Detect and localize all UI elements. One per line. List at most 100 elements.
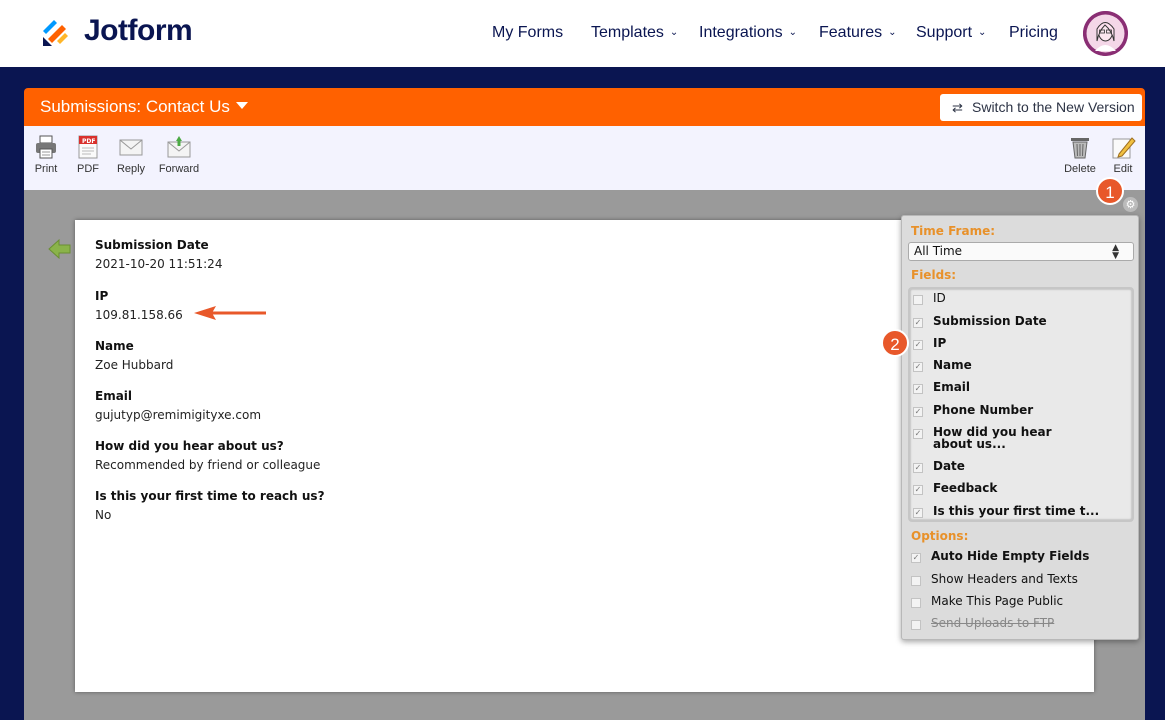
edit-icon	[1112, 137, 1136, 159]
swap-icon: ⇄	[952, 100, 963, 115]
checkbox-checked[interactable]: ✓	[913, 407, 923, 417]
nav-label: Templates	[591, 24, 664, 41]
field-option-submission-date[interactable]: ✓ Submission Date	[913, 314, 1123, 328]
forward-button[interactable]: Forward	[154, 134, 204, 175]
pdf-icon: PDF	[78, 135, 98, 159]
field-label: Name	[95, 339, 134, 353]
brand-name[interactable]: Jotform	[84, 14, 193, 48]
switch-version-button[interactable]: ⇄ Switch to the New Version	[940, 94, 1142, 121]
field-option-label: Submission Date	[933, 314, 1047, 328]
field-option-label: IP	[933, 336, 947, 350]
nav-features[interactable]: Features ⌄	[819, 24, 897, 42]
checkbox-checked[interactable]: ✓	[913, 362, 923, 372]
svg-text:PDF: PDF	[82, 138, 95, 145]
field-label: Email	[95, 389, 133, 403]
edit-button[interactable]: Edit	[1098, 134, 1148, 175]
edit-label: Edit	[1113, 163, 1133, 175]
timeframe-select[interactable]: All Time ▲ ▼	[908, 242, 1134, 261]
form-selector[interactable]: Submissions: Contact Us	[40, 97, 248, 117]
option-label: Show Headers and Texts	[931, 572, 1078, 586]
field-option-label: How did you hear about us...	[933, 425, 1052, 451]
field-option-date[interactable]: ✓ Date	[913, 460, 1123, 473]
nav-label: Pricing	[1009, 24, 1058, 41]
field-label: Submission Date	[95, 238, 209, 252]
reply-icon	[119, 139, 143, 156]
field-value: Recommended by friend or colleague	[95, 458, 321, 472]
checkbox-checked[interactable]: ✓	[913, 384, 923, 394]
checkbox-checked[interactable]: ✓	[913, 340, 923, 350]
nav-label: Integrations	[699, 24, 783, 41]
chevron-down-icon: ⌄	[888, 27, 897, 38]
annotation-badge-1: 1	[1096, 177, 1124, 205]
field-option-id[interactable]: ID	[913, 292, 1123, 305]
back-arrow-icon[interactable]	[48, 238, 72, 260]
option-send-ftp: Send Uploads to FTP	[911, 616, 1121, 630]
forward-label: Forward	[158, 163, 200, 175]
select-arrows-icon: ▲ ▼	[1112, 243, 1119, 261]
field-value: 109.81.158.66	[95, 308, 183, 322]
top-navigation: Jotform My Forms Templates ⌄ Integrations…	[0, 0, 1165, 67]
annotation-badge-2: 2	[881, 329, 909, 357]
timeframe-value: All Time	[914, 244, 963, 258]
switch-version-label: Switch to the New Version	[972, 99, 1135, 115]
nav-label: Support	[916, 24, 973, 41]
nav-integrations[interactable]: Integrations ⌄	[699, 24, 797, 42]
annotation-arrow-icon	[194, 306, 266, 320]
checkbox-unchecked[interactable]	[911, 598, 921, 608]
delete-icon	[1071, 138, 1089, 159]
print-icon	[36, 135, 56, 159]
field-ip: IP 109.81.158.66	[95, 289, 183, 322]
field-option-label: Phone Number	[933, 403, 1034, 417]
nav-support[interactable]: Support ⌄	[916, 24, 986, 42]
field-submission-date: Submission Date 2021-10-20 11:51:24	[95, 238, 222, 271]
reply-button[interactable]: Reply	[106, 134, 156, 175]
field-option-email[interactable]: ✓ Email	[913, 380, 1123, 394]
chevron-down-icon: ⌄	[669, 27, 679, 38]
field-value: gujutyp@remimigityxe.com	[95, 408, 262, 422]
submissions-header: Submissions: Contact Us ⇄ Switch to the N…	[24, 88, 1145, 126]
checkbox-checked[interactable]: ✓	[911, 553, 921, 563]
checkbox-unchecked[interactable]	[913, 295, 923, 305]
field-option-hear-about-us[interactable]: ✓ How did you hear about us...	[913, 426, 1123, 450]
option-show-headers[interactable]: Show Headers and Texts	[911, 572, 1121, 586]
user-avatar-icon[interactable]	[1083, 11, 1128, 56]
field-value: Zoe Hubbard	[95, 358, 174, 372]
checkbox-checked[interactable]: ✓	[913, 318, 923, 328]
field-option-feedback[interactable]: ✓ Feedback	[913, 482, 1123, 495]
reply-label: Reply	[116, 163, 146, 175]
field-option-label: Name	[933, 358, 972, 372]
jotform-logo-icon[interactable]	[40, 17, 72, 49]
field-option-ip[interactable]: ✓ IP	[913, 336, 1123, 350]
nav-label: Features	[819, 24, 883, 41]
page-title: Submissions: Contact Us	[40, 97, 230, 116]
fields-title: Fields:	[911, 268, 957, 282]
field-value: 2021-10-20 11:51:24	[95, 257, 223, 271]
nav-label: My Forms	[492, 24, 564, 41]
option-auto-hide-empty[interactable]: ✓ Auto Hide Empty Fields	[911, 550, 1121, 563]
checkbox-checked[interactable]: ✓	[913, 508, 923, 518]
checkbox-checked[interactable]: ✓	[913, 429, 923, 439]
nav-templates[interactable]: Templates ⌄	[591, 24, 678, 42]
field-option-label: Email	[933, 380, 971, 394]
checkbox-unchecked[interactable]	[911, 576, 921, 586]
field-option-name[interactable]: ✓ Name	[913, 358, 1123, 372]
nav-pricing[interactable]: Pricing	[1009, 24, 1058, 42]
chevron-down-icon: ⌄	[788, 27, 797, 38]
options-title: Options:	[911, 529, 969, 543]
caret-down-icon	[235, 102, 248, 109]
timeframe-title: Time Frame:	[911, 224, 996, 238]
field-name: Name Zoe Hubbard	[95, 339, 173, 372]
field-option-phone-number[interactable]: ✓ Phone Number	[913, 403, 1123, 417]
option-label: Send Uploads to FTP	[931, 616, 1055, 630]
fields-list[interactable]: ID ✓ Submission Date ✓ IP ✓ Name ✓ Email…	[908, 287, 1134, 522]
field-first-time: Is this your first time to reach us? No	[95, 489, 325, 522]
field-hear-about-us: How did you hear about us? Recommended b…	[95, 439, 320, 472]
checkbox-checked[interactable]: ✓	[913, 463, 923, 473]
field-option-first-time[interactable]: ✓ Is this your first time t...	[913, 505, 1123, 518]
nav-my-forms[interactable]: My Forms	[492, 24, 563, 42]
gear-icon[interactable]: ⚙	[1123, 197, 1138, 212]
checkbox-checked[interactable]: ✓	[913, 485, 923, 495]
option-make-public[interactable]: Make This Page Public	[911, 595, 1121, 608]
settings-panel: Time Frame: All Time ▲ ▼ Fields: ID ✓ Sub…	[901, 215, 1139, 640]
chevron-down-icon: ⌄	[978, 27, 987, 38]
